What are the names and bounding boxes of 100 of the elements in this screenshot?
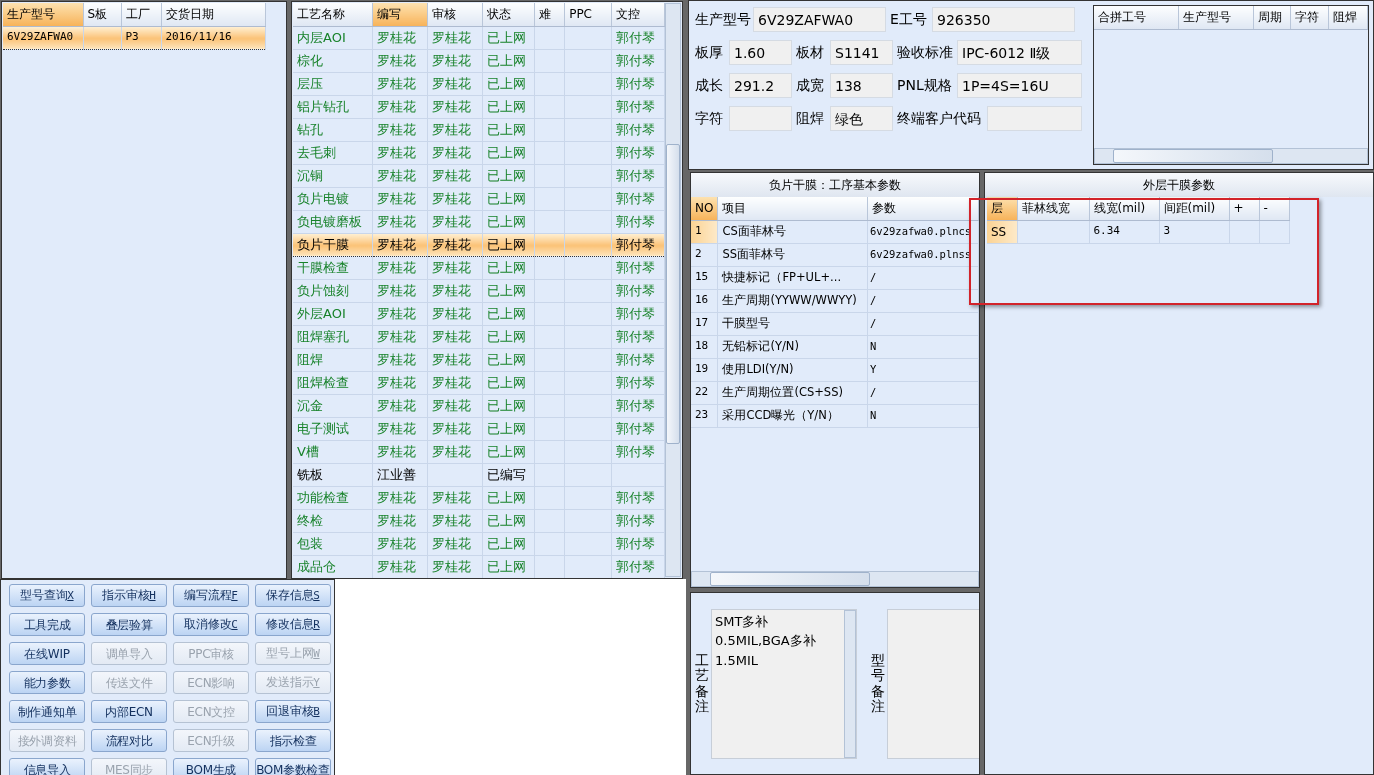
- column-header[interactable]: 状态: [482, 3, 535, 26]
- process-row[interactable]: 铝片钻孔 罗桂花 罗桂花 已上网 郭付琴: [293, 95, 665, 118]
- column-header[interactable]: 生产型号: [3, 3, 83, 26]
- column-header[interactable]: 生产型号: [1178, 6, 1254, 29]
- vertical-scrollbar[interactable]: [844, 609, 856, 758]
- text-field[interactable]: S1141: [830, 40, 893, 65]
- table-cell: 已上网: [487, 558, 527, 574]
- table-cell: 已上网: [487, 144, 527, 160]
- toolbar-button[interactable]: 在线WIP: [9, 642, 85, 665]
- column-header[interactable]: 交货日期: [161, 3, 265, 26]
- text-field[interactable]: [987, 106, 1082, 131]
- table-cell: /: [870, 316, 877, 329]
- table-cell: 罗桂花: [377, 190, 417, 206]
- column-header[interactable]: 编写: [372, 3, 428, 26]
- table-cell: 郭付琴: [616, 98, 655, 114]
- toolbar-button[interactable]: 制作通知单: [9, 700, 85, 723]
- process-row[interactable]: 负片电镀 罗桂花 罗桂花 已上网 郭付琴: [293, 187, 665, 210]
- process-row[interactable]: 包装 罗桂花 罗桂花 已上网 郭付琴: [293, 532, 665, 555]
- table-cell: 罗桂花: [432, 420, 472, 436]
- process-row[interactable]: 去毛刺 罗桂花 罗桂花 已上网 郭付琴: [293, 141, 665, 164]
- column-header[interactable]: 文控: [611, 3, 665, 26]
- column-header[interactable]: 阻焊: [1328, 6, 1368, 29]
- toolbar-button[interactable]: 指示审核H: [91, 584, 167, 607]
- table-cell: 郭付琴: [616, 29, 655, 45]
- process-row[interactable]: 负片蚀刻 罗桂花 罗桂花 已上网 郭付琴: [293, 279, 665, 302]
- table-cell: 1: [695, 224, 702, 238]
- order-row[interactable]: 6V29ZAFWA0 P3 2016/11/16: [3, 26, 265, 49]
- column-header[interactable]: 工厂: [121, 3, 161, 26]
- column-header[interactable]: PPC: [564, 3, 612, 26]
- table-cell: 郭付琴: [616, 236, 655, 252]
- column-header[interactable]: 层: [987, 197, 1017, 220]
- column-header[interactable]: NO: [691, 197, 718, 220]
- process-row[interactable]: V槽 罗桂花 罗桂花 已上网 郭付琴: [293, 440, 665, 463]
- table-cell: 功能检查: [297, 489, 349, 505]
- table-cell: 15: [695, 270, 709, 284]
- table-cell: 已编写: [487, 466, 527, 482]
- text-field[interactable]: 291.2: [729, 73, 792, 98]
- table-cell: 已上网: [487, 75, 527, 91]
- column-header[interactable]: 合拼工号: [1094, 6, 1179, 29]
- toolbar-button[interactable]: 信息导入: [9, 758, 85, 775]
- remark-text: 1.5MIL: [715, 651, 759, 670]
- process-row[interactable]: 阻焊检查 罗桂花 罗桂花 已上网 郭付琴: [293, 371, 665, 394]
- toolbar-button[interactable]: 取消修改C: [173, 613, 249, 636]
- process-row[interactable]: 层压 罗桂花 罗桂花 已上网 郭付琴: [293, 72, 665, 95]
- process-row[interactable]: 棕化 罗桂花 罗桂花 已上网 郭付琴: [293, 49, 665, 72]
- process-row[interactable]: 阻焊塞孔 罗桂花 罗桂花 已上网 郭付琴: [293, 325, 665, 348]
- column-header[interactable]: 周期: [1253, 6, 1291, 29]
- toolbar-button[interactable]: 能力参数: [9, 671, 85, 694]
- process-row[interactable]: 功能检查 罗桂花 罗桂花 已上网 郭付琴: [293, 486, 665, 509]
- process-row[interactable]: 铣板 江业善 已编写: [293, 463, 665, 486]
- table-cell: 沉金: [297, 397, 323, 413]
- toolbar-button[interactable]: 编写流程F: [173, 584, 249, 607]
- toolbar-button[interactable]: 工具完成: [9, 613, 85, 636]
- horizontal-scrollbar[interactable]: [691, 571, 979, 587]
- vertical-scrollbar[interactable]: [665, 3, 681, 577]
- toolbar-button[interactable]: 指示检查: [255, 729, 331, 752]
- text-field[interactable]: 138: [830, 73, 893, 98]
- toolbar-button[interactable]: 型号查询X: [9, 584, 85, 607]
- text-field[interactable]: 绿色: [830, 106, 893, 131]
- toolbar-button[interactable]: 叠层验算: [91, 613, 167, 636]
- table-cell: 罗桂花: [377, 374, 417, 390]
- column-header[interactable]: 工艺名称: [293, 3, 373, 26]
- toolbar-button[interactable]: BOM生成: [173, 758, 249, 775]
- toolbar-button[interactable]: 内部ECN: [91, 700, 167, 723]
- toolbar-button[interactable]: 修改信息R: [255, 613, 331, 636]
- toolbar-button[interactable]: 流程对比: [91, 729, 167, 752]
- text-field[interactable]: 1P=4S=16U: [957, 73, 1082, 98]
- process-row[interactable]: 负电镀磨板 罗桂花 罗桂花 已上网 郭付琴: [293, 210, 665, 233]
- process-row[interactable]: 内层AOI 罗桂花 罗桂花 已上网 郭付琴: [293, 26, 665, 49]
- process-row[interactable]: 负片干膜 罗桂花 罗桂花 已上网 郭付琴: [293, 233, 665, 256]
- process-row[interactable]: 沉铜 罗桂花 罗桂花 已上网 郭付琴: [293, 164, 665, 187]
- toolbar-button[interactable]: 保存信息S: [255, 584, 331, 607]
- table-cell: 罗桂花: [377, 443, 417, 459]
- column-header[interactable]: 项目: [717, 197, 868, 220]
- horizontal-scrollbar[interactable]: [1094, 148, 1368, 164]
- text-field[interactable]: 1.60: [729, 40, 792, 65]
- column-header[interactable]: 参数: [867, 197, 979, 220]
- field-label: 板厚: [695, 43, 724, 62]
- process-row[interactable]: 沉金 罗桂花 罗桂花 已上网 郭付琴: [293, 394, 665, 417]
- text-field[interactable]: [729, 106, 792, 131]
- toolbar-button[interactable]: 回退审核B: [255, 700, 331, 723]
- column-header[interactable]: 字符: [1290, 6, 1329, 29]
- table-cell: 成品仓: [297, 558, 336, 574]
- process-row[interactable]: 阻焊 罗桂花 罗桂花 已上网 郭付琴: [293, 348, 665, 371]
- remark-field[interactable]: SMT多补 0.5MIL,BGA多补 1.5MIL: [711, 608, 857, 759]
- process-row[interactable]: 电子测试 罗桂花 罗桂花 已上网 郭付琴: [293, 417, 665, 440]
- text-field[interactable]: 926350: [932, 7, 1075, 32]
- text-field[interactable]: 6V29ZAFWA0: [753, 7, 886, 32]
- column-header[interactable]: 难: [534, 3, 565, 26]
- process-row[interactable]: 干膜检查 罗桂花 罗桂花 已上网 郭付琴: [293, 256, 665, 279]
- toolbar-button[interactable]: BOM参数检查: [255, 758, 331, 775]
- text-field[interactable]: IPC-6012 Ⅱ级: [957, 40, 1082, 65]
- process-row[interactable]: 钻孔 罗桂花 罗桂花 已上网 郭付琴: [293, 118, 665, 141]
- column-header[interactable]: 审核: [427, 3, 483, 26]
- column-header[interactable]: S板: [83, 3, 121, 26]
- process-row[interactable]: 外层AOI 罗桂花 罗桂花 已上网 郭付琴: [293, 302, 665, 325]
- process-row[interactable]: 成品仓 罗桂花 罗桂花 已上网 郭付琴: [293, 555, 665, 578]
- table-cell: 快捷标记（FP+UL+...: [722, 269, 842, 284]
- remark-field[interactable]: [887, 608, 979, 759]
- process-row[interactable]: 终检 罗桂花 罗桂花 已上网 郭付琴: [293, 509, 665, 532]
